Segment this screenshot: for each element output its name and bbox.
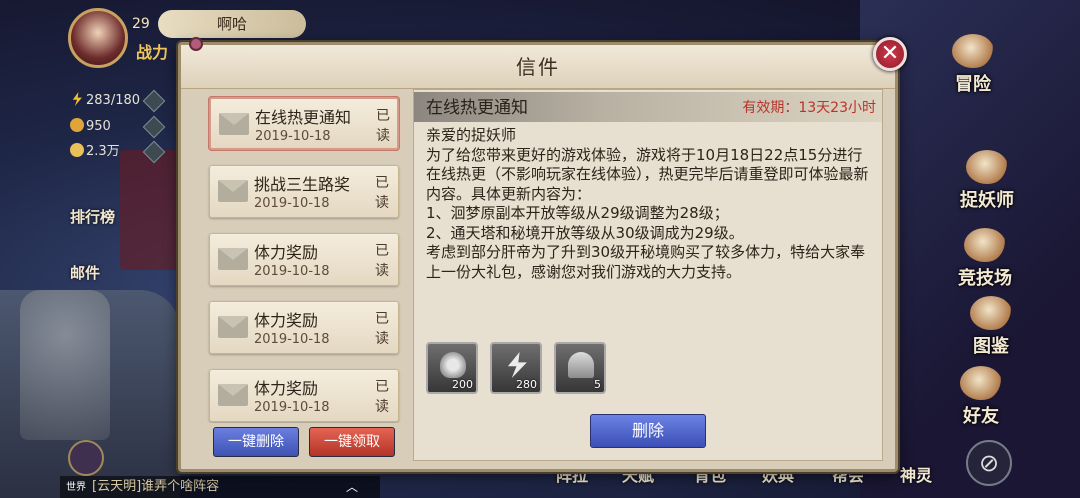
- mail-status: 已读: [375, 175, 389, 211]
- spirit-button[interactable]: 神灵: [900, 462, 950, 492]
- world-chat-bar[interactable]: 世界 [云天明]谁弄个啥阵容: [60, 476, 380, 498]
- reward-list: 200 280 5: [426, 342, 626, 398]
- dialog-header: 信件: [181, 45, 895, 89]
- reward-item[interactable]: 280: [490, 342, 542, 394]
- envelope-icon: [218, 180, 248, 202]
- demon-hunter-label: 捉妖师: [960, 190, 1014, 211]
- mail-status: 已读: [375, 379, 389, 415]
- adventure-button[interactable]: 冒险: [938, 34, 1008, 95]
- pin-icon: [189, 37, 203, 51]
- close-button[interactable]: ✕: [873, 37, 907, 71]
- stamina-bolt-icon: [507, 352, 527, 378]
- delete-mail-button[interactable]: 删除: [590, 414, 706, 448]
- mail-title: 体力奖励: [254, 243, 319, 261]
- demon-hunter-icon: [966, 150, 1008, 184]
- cancel-circle-icon[interactable]: ⊘: [966, 440, 1012, 486]
- friends-label: 好友: [963, 406, 999, 427]
- mail-date: 2019-10-18: [254, 264, 330, 279]
- mail-item-selected[interactable]: 在线热更通知 2019-10-18 已读: [209, 97, 399, 150]
- gold-display: 950: [70, 118, 140, 136]
- mail-date: 2019-10-18: [254, 196, 330, 211]
- coin-display: 2.3万: [70, 143, 140, 161]
- demon-hunter-button[interactable]: 捉妖师: [952, 150, 1022, 211]
- chevron-up-icon[interactable]: ︿: [346, 478, 362, 494]
- mail-content-panel: 在线热更通知 有效期：13天23小时 亲爱的捉妖师 为了给您带来更好的游戏体验，…: [413, 89, 883, 461]
- mail-subject: 在线热更通知: [426, 98, 528, 118]
- mail-status: 已读: [375, 311, 389, 347]
- arena-button[interactable]: 竞技场: [950, 228, 1020, 289]
- mail-dialog: 信件 ✕ 在线热更通知 2019-10-18 已读 挑战三生路奖 2019-10…: [178, 37, 907, 472]
- mail-item[interactable]: 挑战三生路奖 2019-10-18 已读: [209, 165, 399, 218]
- adventure-icon: [952, 34, 994, 68]
- envelope-icon: [218, 248, 248, 270]
- codex-label: 图鉴: [973, 336, 1009, 357]
- coin-value: 2.3万: [86, 144, 120, 159]
- home-icon[interactable]: [68, 440, 104, 476]
- mail-item[interactable]: 体力奖励 2019-10-18 已读: [209, 233, 399, 286]
- mail-button[interactable]: 邮件: [70, 262, 120, 292]
- mail-body: 亲爱的捉妖师 为了给您带来更好的游戏体验，游戏将于10月18日22点15分进行在…: [426, 126, 869, 281]
- mail-item[interactable]: 体力奖励 2019-10-18 已读: [209, 369, 399, 422]
- envelope-icon: [218, 316, 248, 338]
- reward-count: 5: [594, 378, 601, 391]
- bell-icon: [568, 352, 594, 378]
- mail-status: 已读: [376, 108, 390, 144]
- dialog-title: 信件: [516, 55, 560, 79]
- mail-validity: 有效期：13天23小时: [742, 100, 876, 116]
- friends-icon: [960, 366, 1002, 400]
- leaderboard-button[interactable]: 排行榜: [70, 206, 120, 236]
- background-stone-lantern: [20, 290, 110, 440]
- envelope-icon: [218, 384, 248, 406]
- mail-title: 挑战三生路奖: [254, 175, 351, 193]
- mail-status: 已读: [375, 243, 389, 279]
- chat-message: [云天明]谁弄个啥阵容: [92, 479, 220, 494]
- reward-count: 200: [452, 378, 473, 391]
- mail-title: 在线热更通知: [255, 108, 352, 126]
- mail-date: 2019-10-18: [254, 400, 330, 415]
- arena-icon: [964, 228, 1006, 262]
- reward-item[interactable]: 200: [426, 342, 478, 394]
- mail-title: 体力奖励: [254, 311, 319, 329]
- friends-button[interactable]: 好友: [946, 366, 1016, 427]
- coin-icon: [70, 143, 84, 157]
- mail-item[interactable]: 体力奖励 2019-10-18 已读: [209, 301, 399, 354]
- codex-scroll-icon: [970, 296, 1012, 330]
- background-red-banner: [120, 150, 180, 270]
- player-name: 啊哈: [158, 10, 306, 38]
- player-avatar[interactable]: [68, 8, 128, 68]
- reward-item[interactable]: 5: [554, 342, 606, 394]
- gold-ingot-icon: [70, 118, 84, 132]
- arena-label: 竞技场: [958, 268, 1012, 289]
- stamina-value: 283/180: [86, 93, 141, 108]
- codex-button[interactable]: 图鉴: [956, 296, 1026, 357]
- mail-date: 2019-10-18: [255, 129, 331, 144]
- collect-all-button[interactable]: 一键领取: [309, 427, 395, 457]
- mail-date: 2019-10-18: [254, 332, 330, 347]
- reward-count: 280: [516, 378, 537, 391]
- envelope-icon: [219, 113, 249, 135]
- mail-content-header: 在线热更通知 有效期：13天23小时: [414, 92, 882, 122]
- mail-list[interactable]: 在线热更通知 2019-10-18 已读 挑战三生路奖 2019-10-18 已…: [203, 93, 403, 423]
- adventure-label: 冒险: [955, 74, 991, 95]
- stamina-icon: [72, 92, 82, 106]
- gold-value: 950: [86, 119, 111, 134]
- chat-channel-tag: 世界: [66, 482, 86, 493]
- silver-ingot-icon: [440, 352, 466, 378]
- mail-title: 体力奖励: [254, 379, 319, 397]
- delete-all-button[interactable]: 一键删除: [213, 427, 299, 457]
